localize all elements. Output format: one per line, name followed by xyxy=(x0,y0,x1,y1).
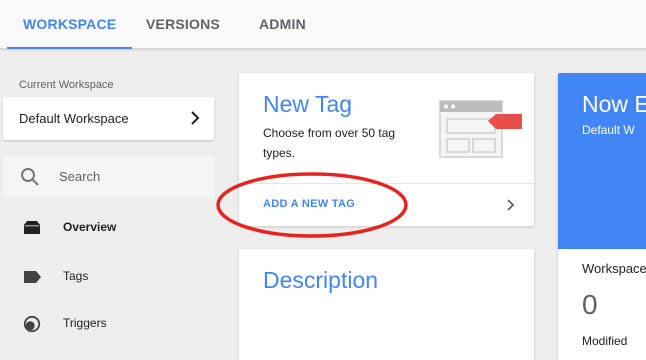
workspace-selector[interactable]: Default Workspace xyxy=(3,97,214,140)
current-workspace-label: Current Workspace xyxy=(19,79,114,91)
now-editing-card: Now E Default W xyxy=(558,73,646,250)
sidebar-item-triggers[interactable]: Triggers xyxy=(0,308,214,340)
new-tag-title: New Tag xyxy=(263,91,353,117)
tab-workspace[interactable]: WORKSPACE xyxy=(6,0,133,49)
tag-illustration-icon xyxy=(439,100,522,158)
new-tag-card: New Tag Choose from over 50 tag types. A… xyxy=(239,73,534,226)
now-editing-title: Now E xyxy=(582,91,646,117)
trigger-icon xyxy=(23,315,41,333)
tab-admin[interactable]: ADMIN xyxy=(259,0,306,49)
search-icon xyxy=(21,168,39,186)
modified-label: Modified xyxy=(582,334,628,348)
description-card: Description xyxy=(239,249,534,360)
top-tab-bar: WORKSPACE VERSIONS ADMIN xyxy=(0,0,646,49)
sidebar-item-label: Overview xyxy=(63,220,117,234)
tab-versions[interactable]: VERSIONS xyxy=(146,0,220,49)
workspace-changes-card: Workspace 0 Modified xyxy=(558,249,646,360)
sidebar-item-tags[interactable]: Tags xyxy=(0,261,214,293)
add-new-tag-link[interactable]: ADD A NEW TAG xyxy=(263,198,355,210)
tag-icon xyxy=(24,271,41,283)
overview-icon xyxy=(24,221,40,234)
new-tag-description: Choose from over 50 tag types. xyxy=(263,126,396,160)
sidebar-item-label: Tags xyxy=(63,269,89,283)
search-placeholder: Search xyxy=(59,169,101,184)
chevron-right-icon[interactable] xyxy=(506,197,516,213)
description-title: Description xyxy=(263,267,379,293)
sidebar-item-overview[interactable]: Overview xyxy=(0,212,214,244)
now-editing-workspace: Default W xyxy=(582,123,635,137)
search-input[interactable]: Search xyxy=(3,156,214,197)
workspace-changes-label: Workspace xyxy=(582,261,646,276)
workspace-name: Default Workspace xyxy=(19,111,129,126)
sidebar-item-label: Triggers xyxy=(63,316,107,330)
card-divider xyxy=(239,183,534,184)
modified-count: 0 xyxy=(582,289,598,320)
chevron-right-icon xyxy=(191,111,200,125)
